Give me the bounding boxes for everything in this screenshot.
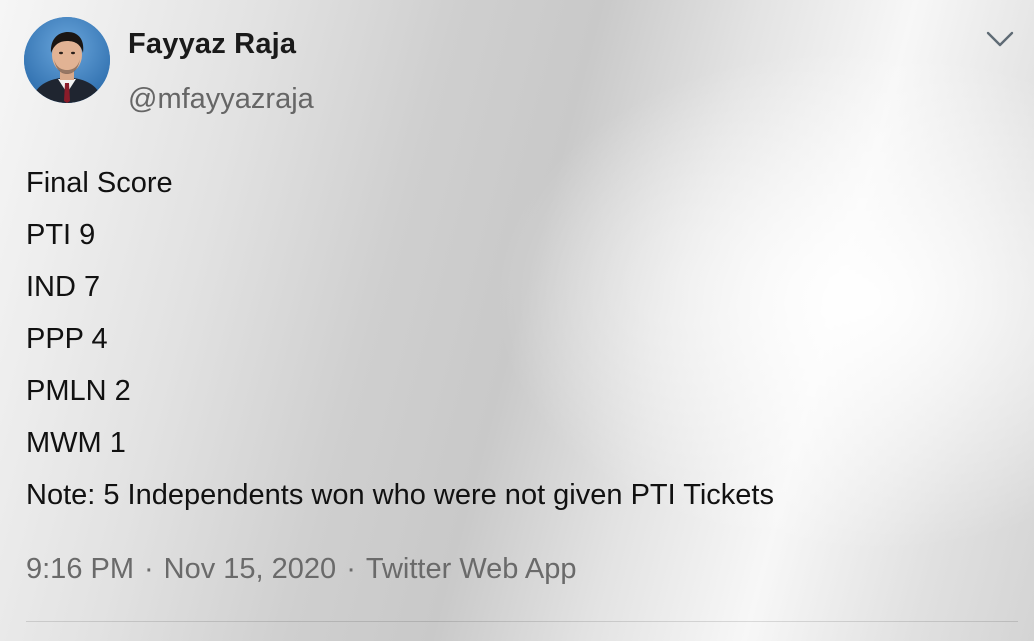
tweet-line-title: Final Score: [26, 167, 173, 199]
author-avatar[interactable]: [24, 17, 110, 103]
tweet-text: Final Score PTI 9 IND 7 PPP 4 PMLN 2 MWM…: [26, 165, 1006, 529]
tweet-line-mwm: MWM 1: [26, 427, 126, 459]
tweet-line-pmln: PMLN 2: [26, 375, 131, 407]
meta-separator: ·: [144, 553, 154, 585]
tweet-line-pti: PTI 9: [26, 219, 96, 251]
tweet-date[interactable]: Nov 15, 2020: [164, 553, 337, 585]
tweet-line-ind: IND 7: [26, 271, 101, 303]
author-handle[interactable]: @mfayyazraja: [128, 83, 314, 116]
tweet-card: Fayyaz Raja @mfayyazraja Final Score PTI…: [0, 0, 1034, 641]
tweet-metadata: 9:16 PM · Nov 15, 2020 · Twitter Web App: [26, 553, 576, 586]
chevron-down-icon[interactable]: [982, 25, 1018, 51]
divider: [26, 621, 1018, 622]
tweet-line-note: Note: 5 Independents won who were not gi…: [26, 479, 774, 511]
avatar-image: [24, 17, 110, 103]
tweet-source[interactable]: Twitter Web App: [366, 553, 577, 585]
author-display-name[interactable]: Fayyaz Raja: [128, 28, 296, 61]
meta-separator: ·: [346, 553, 356, 585]
tweet-line-ppp: PPP 4: [26, 323, 108, 355]
tweet-time[interactable]: 9:16 PM: [26, 553, 134, 585]
